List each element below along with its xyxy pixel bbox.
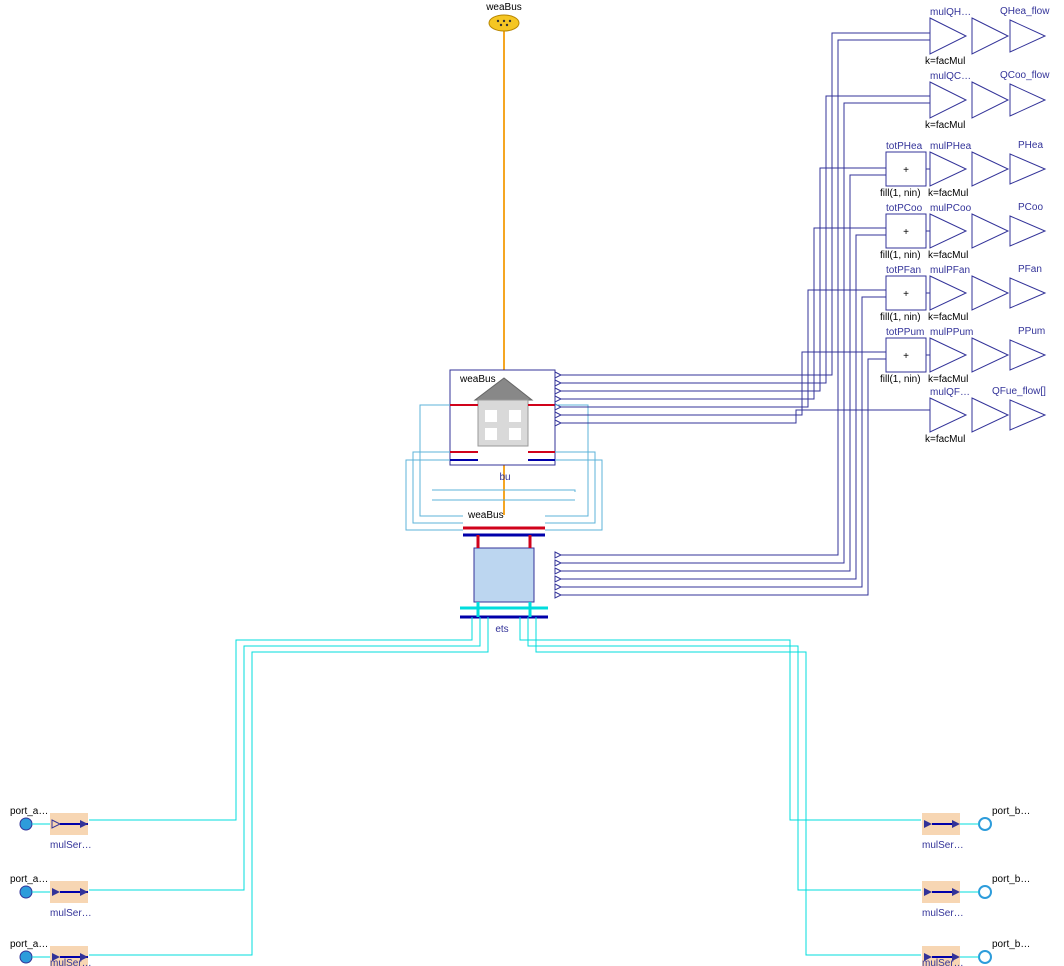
svg-text:k=facMul: k=facMul [925, 434, 965, 445]
svg-text:mulPHea: mulPHea [930, 141, 972, 152]
mulQH-block[interactable]: mulQH… k=facMul QHea_flow [925, 6, 1050, 67]
svg-text:k=facMul: k=facMul [928, 374, 968, 385]
weabus-connector-icon[interactable] [489, 15, 519, 31]
mulQC-block[interactable]: mulQC… k=facMul QCoo_flow [925, 70, 1050, 131]
svg-text:mulQH…: mulQH… [930, 7, 971, 18]
diagram-canvas: { "top": {"weaBus":"weaBus"}, "building"… [0, 0, 1064, 966]
svg-text:port_b…: port_b… [992, 874, 1030, 885]
svg-text:QHea_flow: QHea_flow [1000, 6, 1050, 17]
svg-text:k=facMul: k=facMul [928, 188, 968, 199]
port-b-1[interactable]: port_b… mulSer… [922, 806, 1030, 851]
svg-text:mulQF…: mulQF… [930, 387, 970, 398]
weabus-label: weaBus [485, 2, 522, 13]
ets-demux-icon [555, 552, 561, 598]
svg-text:+: + [903, 165, 909, 176]
QFue_flow-port [1010, 400, 1045, 430]
svg-text:k=facMul: k=facMul [928, 312, 968, 323]
svg-text:port_a…: port_a… [10, 939, 48, 950]
bu-demux-icon [555, 372, 561, 426]
diagram-svg: weaBus weaBus bu weaBus ets mulQH… k=fac… [0, 0, 1064, 966]
svg-text:mulSer…: mulSer… [50, 958, 92, 966]
svg-text:QCoo_flow: QCoo_flow [1000, 70, 1050, 81]
ets-label: ets [495, 624, 508, 635]
svg-text:+: + [903, 351, 909, 362]
ets-core-icon [474, 548, 534, 602]
svg-text:+: + [903, 227, 909, 238]
port-a-1[interactable]: port_a… mulSer… [10, 806, 92, 851]
svg-text:mulSer…: mulSer… [922, 958, 964, 966]
svg-text:PCoo: PCoo [1018, 202, 1043, 213]
port-b-3[interactable]: port_b… mulSer… [922, 939, 1030, 966]
svg-text:port_b…: port_b… [992, 806, 1030, 817]
svg-text:+: + [903, 289, 909, 300]
port-a-2[interactable]: port_a… mulSer… [10, 874, 92, 919]
svg-text:mulSer…: mulSer… [50, 908, 92, 919]
svg-text:PPum: PPum [1018, 326, 1045, 337]
PFan-row[interactable]: + totPFan fill(1, nin) mulPFan k=facMul PF… [880, 264, 1045, 323]
PFan-port [1010, 278, 1045, 308]
PPum-port [1010, 340, 1045, 370]
svg-text:totPPum: totPPum [886, 327, 924, 338]
svg-text:port_a…: port_a… [10, 874, 48, 885]
service-a1 [89, 617, 472, 820]
mulQF-block[interactable]: mulQF… k=facMul QFue_flow[] [925, 386, 1046, 445]
svg-text:k=facMul: k=facMul [925, 56, 965, 67]
signal-lines-bu [561, 33, 930, 423]
svg-text:mulPCoo: mulPCoo [930, 203, 972, 214]
svg-text:mulSer…: mulSer… [50, 840, 92, 851]
svg-text:mulPPum: mulPPum [930, 327, 973, 338]
building-label: bu [499, 472, 510, 483]
PHea-port [1010, 154, 1045, 184]
port-a-3[interactable]: port_a… mulSer… [10, 939, 92, 966]
QCoo_flow-port[interactable] [1010, 84, 1045, 116]
svg-text:fill(1, nin): fill(1, nin) [880, 374, 921, 385]
svg-text:fill(1, nin): fill(1, nin) [880, 250, 921, 261]
PCoo-port [1010, 216, 1045, 246]
signal-lines-ets [561, 40, 930, 595]
svg-text:totPCoo: totPCoo [886, 203, 923, 214]
port-b-2[interactable]: port_b… mulSer… [922, 874, 1030, 919]
building-weabus-label: weaBus [459, 374, 496, 385]
ets-weabus-label: weaBus [467, 510, 504, 521]
svg-text:PHea: PHea [1018, 140, 1043, 151]
svg-text:fill(1, nin): fill(1, nin) [880, 188, 921, 199]
svg-text:totPHea: totPHea [886, 141, 923, 152]
svg-text:QFue_flow[]: QFue_flow[] [992, 386, 1046, 397]
PPum-row[interactable]: + totPPum fill(1, nin) mulPPum k=facMul PP… [880, 326, 1045, 385]
svg-text:mulQC…: mulQC… [930, 71, 971, 82]
QHea_flow-port[interactable] [1010, 20, 1045, 52]
svg-text:fill(1, nin): fill(1, nin) [880, 312, 921, 323]
svg-text:mulSer…: mulSer… [922, 908, 964, 919]
svg-text:k=facMul: k=facMul [925, 120, 965, 131]
PHea-row[interactable]: + totPHea fill(1, nin) mulPHea k=facMul P… [880, 140, 1045, 199]
svg-text:totPFan: totPFan [886, 265, 921, 276]
svg-text:mulSer…: mulSer… [922, 840, 964, 851]
svg-text:k=facMul: k=facMul [928, 250, 968, 261]
svg-text:mulPFan: mulPFan [930, 265, 970, 276]
svg-text:port_a…: port_a… [10, 806, 48, 817]
PCoo-row[interactable]: + totPCoo fill(1, nin) mulPCoo k=facMul PC… [880, 202, 1045, 261]
svg-text:PFan: PFan [1018, 264, 1042, 275]
svg-text:port_b…: port_b… [992, 939, 1030, 950]
